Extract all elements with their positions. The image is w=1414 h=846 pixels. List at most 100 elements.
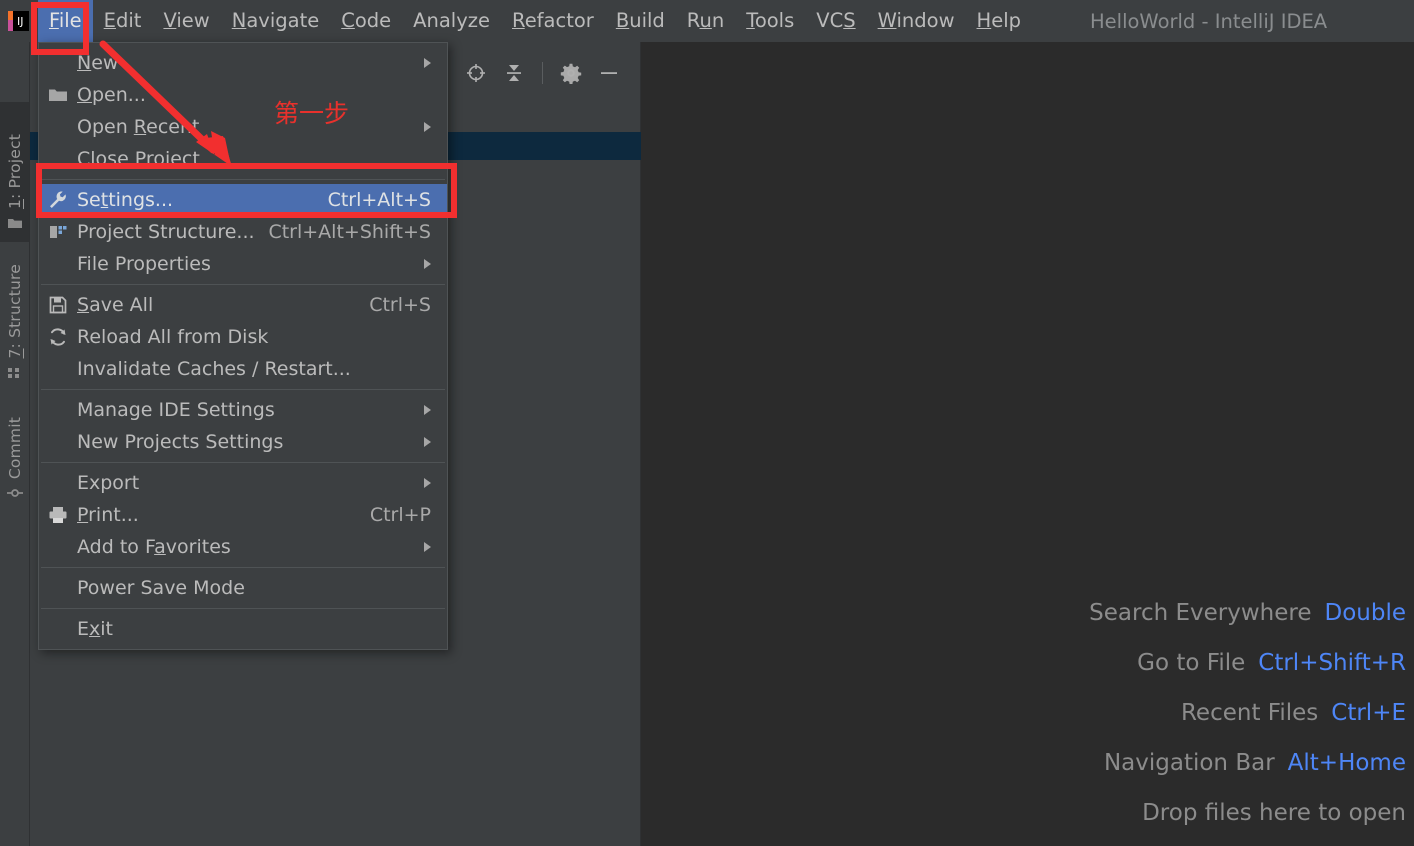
menubar-item-refactor[interactable]: Refactor	[501, 0, 605, 42]
file-menu-item-label: Print...	[77, 504, 139, 526]
file-menu-item-manage-ide-settings[interactable]: Manage IDE Settings	[39, 394, 447, 426]
file-menu-item-export[interactable]: Export	[39, 467, 447, 499]
menu-item-icon-placeholder	[39, 248, 77, 280]
svg-text:IJ: IJ	[17, 15, 24, 28]
menu-item-icon-placeholder	[39, 613, 77, 645]
file-menu-item-label: Manage IDE Settings	[77, 399, 275, 421]
chevron-right-icon	[421, 436, 447, 448]
menu-separator	[41, 608, 445, 609]
menu-separator	[41, 567, 445, 568]
file-menu-item-open[interactable]: Open...	[39, 79, 447, 111]
menu-separator	[41, 389, 445, 390]
file-menu-item-power-save-mode[interactable]: Power Save Mode	[39, 572, 447, 604]
save-icon	[39, 289, 77, 321]
locate-icon[interactable]	[459, 56, 493, 90]
file-menu-item-label: Add to Favorites	[77, 536, 231, 558]
menu-separator	[41, 462, 445, 463]
file-menu-item-project-structure[interactable]: Project Structure... Ctrl+Alt+Shift+S	[39, 216, 447, 248]
file-menu-item-shortcut: Ctrl+Alt+S	[327, 189, 431, 211]
editor-hint-row: Search Everywhere Double	[1089, 600, 1406, 626]
structure-icon	[7, 365, 23, 385]
file-menu-item-reload-all-from-disk[interactable]: Reload All from Disk	[39, 321, 447, 353]
file-menu-item-label: Save All	[77, 294, 154, 316]
window-title: HelloWorld - IntelliJ IDEA	[1090, 9, 1328, 33]
chevron-right-icon	[421, 121, 447, 133]
file-menu-item-new-projects-settings[interactable]: New Projects Settings	[39, 426, 447, 458]
editor-hint-shortcut: Ctrl+E	[1331, 700, 1406, 726]
editor-hint-shortcut: Ctrl+Shift+R	[1258, 650, 1406, 676]
file-menu-item-settings[interactable]: Settings... Ctrl+Alt+S	[39, 184, 447, 216]
file-menu-item-close-project[interactable]: Close Project	[39, 143, 447, 175]
menu-separator	[41, 284, 445, 285]
minimize-icon[interactable]	[592, 56, 626, 90]
file-menu-item-add-to-favorites[interactable]: Add to Favorites	[39, 531, 447, 563]
menubar-item-run[interactable]: Run	[676, 0, 735, 42]
file-menu-item-shortcut: Ctrl+P	[369, 504, 431, 526]
file-menu-item-label: Settings...	[77, 189, 174, 211]
editor-hint-row: Recent Files Ctrl+E	[1181, 700, 1406, 726]
tool-stripe-commit[interactable]: Commit	[0, 397, 30, 512]
menu-item-icon-placeholder	[39, 426, 77, 458]
menubar-item-edit[interactable]: Edit	[93, 0, 153, 42]
menu-separator	[41, 179, 445, 180]
file-menu-item-file-properties[interactable]: File Properties	[39, 248, 447, 280]
file-menu-item-label: Export	[77, 472, 140, 494]
menu-item-icon-placeholder	[39, 111, 77, 143]
folder-icon	[39, 79, 77, 111]
file-menu-item-save-all[interactable]: Save All Ctrl+S	[39, 289, 447, 321]
file-menu-item-label: Open...	[77, 84, 146, 106]
editor-hint-row: Drop files here to open	[1142, 800, 1406, 826]
menu-item-icon-placeholder	[39, 143, 77, 175]
folder-icon	[7, 215, 23, 235]
collapse-all-icon[interactable]	[497, 56, 531, 90]
menubar-item-build[interactable]: Build	[605, 0, 676, 42]
menubar-item-view[interactable]: View	[152, 0, 220, 42]
file-menu-item-label: Invalidate Caches / Restart...	[77, 358, 351, 380]
editor-hint-list: Search Everywhere Double Go to File Ctrl+Sh…	[1089, 600, 1406, 826]
menubar-item-code[interactable]: Code	[330, 0, 402, 42]
file-menu-item-label: Project Structure...	[77, 221, 255, 243]
editor-hint-label: Navigation Bar	[1103, 750, 1275, 776]
menu-bar: IJ File Edit View Navigate Code Analyze Refact…	[0, 0, 1414, 42]
file-menu-popup: New Open... Open Recent Close Project Settin…	[38, 42, 448, 650]
print-icon	[39, 499, 77, 531]
intellij-logo-icon: IJ	[6, 8, 32, 34]
tool-stripe-7-structure[interactable]: 7: Structure	[0, 257, 30, 392]
menubar-item-analyze[interactable]: Analyze	[402, 0, 501, 42]
file-menu-item-label: Close Project	[77, 148, 200, 170]
menubar-item-help[interactable]: Help	[966, 0, 1032, 42]
file-menu-item-open-recent[interactable]: Open Recent	[39, 111, 447, 143]
left-tool-window-stripe: 1: Project 7: Structure Commit	[0, 42, 30, 846]
menubar-item-file[interactable]: File	[38, 0, 93, 42]
editor-hint-shortcut: Double	[1324, 600, 1407, 626]
file-menu-item-new[interactable]: New	[39, 47, 447, 79]
wrench-icon	[39, 184, 77, 216]
editor-hint-label: Go to File	[1137, 650, 1246, 676]
editor-empty-area: Search Everywhere Double Go to File Ctrl+Sh…	[642, 42, 1414, 846]
tool-stripe-label: 1: Project	[6, 133, 24, 209]
file-menu-item-invalidate-caches-restart[interactable]: Invalidate Caches / Restart...	[39, 353, 447, 385]
editor-hint-label: Drop files here to open	[1142, 800, 1406, 826]
tool-stripe-1-project[interactable]: 1: Project	[0, 102, 30, 242]
module-icon	[39, 216, 77, 248]
chevron-right-icon	[421, 477, 447, 489]
menubar-item-window[interactable]: Window	[867, 0, 966, 42]
menu-item-icon-placeholder	[39, 572, 77, 604]
menu-item-icon-placeholder	[39, 353, 77, 385]
file-menu-item-print[interactable]: Print... Ctrl+P	[39, 499, 447, 531]
menubar-item-navigate[interactable]: Navigate	[221, 0, 330, 42]
chevron-right-icon	[421, 404, 447, 416]
chevron-right-icon	[421, 57, 447, 69]
gear-icon[interactable]	[554, 56, 588, 90]
file-menu-item-shortcut: Ctrl+Alt+Shift+S	[268, 221, 431, 243]
file-menu-item-label: Reload All from Disk	[77, 326, 269, 348]
menubar-item-tools[interactable]: Tools	[735, 0, 805, 42]
file-menu-item-exit[interactable]: Exit	[39, 613, 447, 645]
editor-hint-shortcut: Alt+Home	[1287, 750, 1406, 776]
file-menu-item-label: Power Save Mode	[77, 577, 245, 599]
file-menu-item-label: New Projects Settings	[77, 431, 284, 453]
menu-item-icon-placeholder	[39, 531, 77, 563]
tool-stripe-label: Commit	[6, 416, 24, 479]
menubar-item-vcs[interactable]: VCS	[805, 0, 866, 42]
menu-item-icon-placeholder	[39, 394, 77, 426]
